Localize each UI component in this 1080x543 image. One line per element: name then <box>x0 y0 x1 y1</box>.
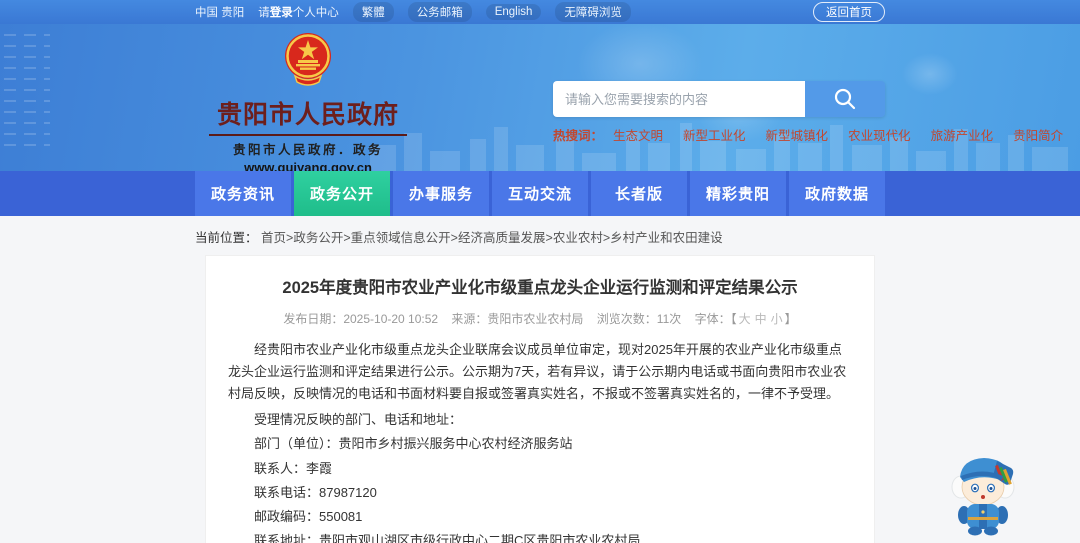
nav-tab-jingcai-guiyang[interactable]: 精彩贵阳 <box>690 171 786 216</box>
search-input[interactable] <box>553 81 805 117</box>
accessibility-link[interactable]: 无障碍浏览 <box>555 2 631 22</box>
nav-tab-zhengwu-zixun[interactable]: 政务资讯 <box>195 171 291 216</box>
site-title: 贵阳市人民政府 <box>216 101 399 129</box>
national-emblem-icon <box>285 33 331 86</box>
login-personal-center-link[interactable]: 请登录个人中心 <box>258 4 339 20</box>
search-area: 热搜词： 生态文明 新型工业化 新型城镇化 农业现代化 旅游产业化 贵阳简介 <box>553 81 1063 144</box>
breadcrumb-agriculture[interactable]: 农业农村 <box>553 231 603 245</box>
article-paragraph-department: 部门（单位）：贵阳市乡村振兴服务中心农村经济服务站 <box>254 436 573 452</box>
hot-word-link[interactable]: 贵阳简介 <box>1013 125 1063 144</box>
decorative-dashes <box>4 34 50 154</box>
hot-word-link[interactable]: 旅游产业化 <box>931 125 994 144</box>
article-paragraph-address: 联系地址：贵阳市观山湖区市级行政中心二期C区贵阳市农业农村局 <box>254 532 641 543</box>
article-body: 经贵阳市农业产业化市级重点龙头企业联席会议成员单位审定，现对2025年开展的农业… <box>228 339 852 543</box>
search-button[interactable] <box>805 81 885 117</box>
article-paragraph: 经贵阳市农业产业化市级重点龙头企业联席会议成员单位审定，现对2025年开展的农业… <box>228 342 847 402</box>
breadcrumb: 当前位置： 首页>政务公开>重点领域信息公开>经济高质量发展>农业农村>乡村产业… <box>195 227 885 246</box>
assistant-mascot[interactable] <box>948 449 1018 537</box>
hot-search-label: 热搜词： <box>553 129 604 143</box>
breadcrumb-economy[interactable]: 经济高质量发展 <box>458 231 546 245</box>
hot-word-link[interactable]: 生态文明 <box>613 125 663 144</box>
breadcrumb-separator: > <box>450 231 458 245</box>
search-icon <box>834 88 856 110</box>
publish-date: 发布日期：2025-10-20 10:52 <box>283 312 439 326</box>
article-source: 来源：贵阳市农业农村局 <box>451 312 584 326</box>
view-count: 浏览次数：11次 <box>596 312 682 326</box>
nav-tab-zhengfu-shuju[interactable]: 政府数据 <box>789 171 885 216</box>
nav-tab-hudong-jiaoliu[interactable]: 互动交流 <box>492 171 588 216</box>
article-paragraph: 受理情况反映的部门、电话和地址： <box>254 412 463 428</box>
breadcrumb-separator: > <box>545 231 553 245</box>
hot-word-link[interactable]: 新型工业化 <box>683 125 746 144</box>
main-navigation: 政务资讯 政务公开 办事服务 互动交流 长者版 精彩贵阳 政府数据 <box>0 171 1080 216</box>
breadcrumb-home[interactable]: 首页 <box>261 231 286 245</box>
article-paragraph-postcode: 邮政编码：550081 <box>254 508 363 524</box>
font-size-label: 字体：【 <box>694 312 737 326</box>
nav-tab-zhangzheban[interactable]: 长者版 <box>591 171 687 216</box>
hot-search-row: 热搜词： 生态文明 新型工业化 新型城镇化 农业现代化 旅游产业化 贵阳简介 <box>553 125 1063 144</box>
back-home-button[interactable]: 返回首页 <box>813 2 885 22</box>
hot-word-link[interactable]: 新型城镇化 <box>766 125 829 144</box>
article-paragraph-phone: 联系电话：87987120 <box>254 484 377 500</box>
breadcrumb-zhengwu-gongkai[interactable]: 政务公开 <box>293 231 343 245</box>
nav-tab-zhengwu-gongkai[interactable]: 政务公开 <box>294 171 390 216</box>
region-link[interactable]: 中国 贵阳 <box>195 4 244 20</box>
font-size-bracket: 】 <box>784 312 797 326</box>
site-header: 贵阳市人民政府 贵阳市人民政府．政务 www.guiyang.gov.cn 热搜… <box>0 24 1080 171</box>
breadcrumb-label: 当前位置： <box>195 231 258 245</box>
article-title: 2025年度贵阳市农业产业化市级重点龙头企业运行监测和评定结果公示 <box>282 279 798 297</box>
font-size-medium-button[interactable]: 中 <box>755 312 767 326</box>
official-mail-link[interactable]: 公务邮箱 <box>407 2 472 22</box>
font-size-large-button[interactable]: 大 <box>739 312 751 326</box>
article-meta: 发布日期：2025-10-20 10:52 来源：贵阳市农业农村局 浏览次数：1… <box>228 310 852 327</box>
mascot-icon <box>951 458 1015 536</box>
logo-divider <box>209 134 407 136</box>
hot-word-link[interactable]: 农业现代化 <box>848 125 911 144</box>
site-url: www.guiyang.gov.cn <box>244 160 372 171</box>
top-utility-bar: 中国 贵阳 请登录个人中心 繁體 公务邮箱 English 无障碍浏览 返回首页 <box>0 0 1080 24</box>
english-link[interactable]: English <box>485 4 542 20</box>
traditional-chinese-link[interactable]: 繁體 <box>352 2 394 22</box>
breadcrumb-separator: > <box>343 231 351 245</box>
article-card: 2025年度贵阳市农业产业化市级重点龙头企业运行监测和评定结果公示 发布日期：2… <box>205 255 875 543</box>
site-logo[interactable]: 贵阳市人民政府 贵阳市人民政府．政务 www.guiyang.gov.cn <box>203 30 413 171</box>
breadcrumb-rural-industry[interactable]: 乡村产业和农田建设 <box>610 231 723 245</box>
article-paragraph-contact: 联系人：李霞 <box>254 460 333 476</box>
nav-tab-banshi-fuwu[interactable]: 办事服务 <box>393 171 489 216</box>
site-subtitle: 贵阳市人民政府．政务 <box>232 143 383 157</box>
font-size-small-button[interactable]: 小 <box>771 312 783 326</box>
breadcrumb-key-info[interactable]: 重点领域信息公开 <box>351 231 451 245</box>
